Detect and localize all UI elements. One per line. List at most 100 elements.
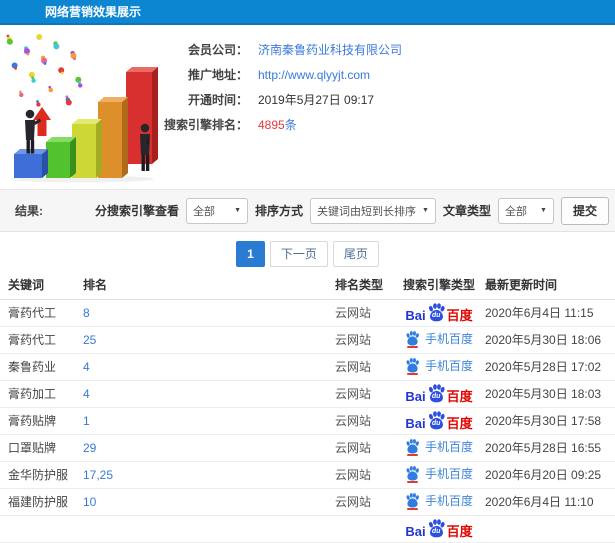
info-label: 开通时间： [187,93,248,107]
baidu-logo-du: du [431,392,441,400]
info-label: 搜索引擎排名： [163,118,248,132]
table-row: 口罩贴牌 29 云网站 手机百度 2020年5月28日 16:55 [0,434,615,462]
mobile-baidu-underline [406,454,418,456]
mobile-baidu-underline [406,508,418,510]
baidu-paw-icon [406,358,419,373]
keyword-text: 秦鲁药业 [8,360,57,374]
table-row: 膏药加工 4 云网站 Bai du 百度 2020年5月30日 18:03 [0,380,615,408]
rank-count-number: 4895 [258,118,285,132]
cell-keyword [0,515,83,543]
rank-link[interactable]: 29 [83,441,96,455]
rank-link[interactable]: 17,25 [83,468,113,482]
cell-rank: 17,25 [83,461,335,489]
table-header-row: 关键词 排名 排名类型 搜索引擎类型 最新更新时间 [0,271,615,300]
mobile-baidu: 手机百度 [405,357,473,375]
cell-rank-type: 云网站 [335,326,393,354]
rank-link[interactable]: 10 [83,495,96,509]
rank-link[interactable]: 8 [83,306,90,320]
cell-rank-type: 云网站 [335,434,393,462]
baidu-logo-du: du [431,311,441,319]
cell-keyword: 金华防护服 [0,461,83,489]
cell-rank-type [335,515,393,543]
next-page-button[interactable]: 下一页 [269,241,328,267]
page-button-current[interactable]: 1 [236,241,265,267]
mobile-baidu-link[interactable]: 手机百度 [425,438,473,455]
table-row: 秦鲁药业 4 云网站 手机百度 2020年5月28日 17:02 [0,353,615,381]
rank-link[interactable]: 4 [83,387,90,401]
info-row: 开通时间： 2019年5月27日 09:17 [160,87,600,112]
cell-update-time: 2020年6月20日 09:25 [485,461,615,489]
cell-keyword: 膏药贴牌 [0,407,83,435]
info-value: 2019年5月27日 09:17 [258,93,375,107]
cell-update-time: 2020年5月28日 16:55 [485,434,615,462]
cell-search-engine: 手机百度 [393,488,485,516]
info-value-link[interactable]: http://www.qlyyjt.com [258,68,370,82]
mobile-baidu-link[interactable]: 手机百度 [425,357,473,374]
article-type-value: 全部 [504,205,527,218]
mobile-baidu-underline [406,346,418,348]
keyword-text: 金华防护服 [8,468,69,482]
mobile-baidu-link[interactable]: 手机百度 [425,492,473,509]
marketing-chart-illustration [6,34,158,183]
mobile-baidu-link[interactable]: 手机百度 [425,330,473,347]
cell-rank-type: 云网站 [335,299,393,327]
rank-type-text: 云网站 [335,441,372,455]
mobile-baidu-link[interactable]: 手机百度 [425,465,473,482]
baidu-logo-cn: 百度 [446,415,473,431]
mobile-baidu-paw-icon [405,439,420,456]
rank-link[interactable]: 4 [83,360,90,374]
mobile-baidu: 手机百度 [405,438,473,456]
header-rank-type: 排名类型 [335,271,393,300]
table-row: 金华防护服 17,25 云网站 手机百度 2020年6月20日 09:25 [0,461,615,489]
cell-keyword: 秦鲁药业 [0,353,83,381]
cell-rank-type: 云网站 [335,353,393,381]
table-row: 福建防护服 10 云网站 手机百度 2020年6月4日 11:10 [0,488,615,516]
engine-filter-label: 分搜索引擎查看 [95,204,180,218]
baidu-logo-bai: Bai [405,388,426,404]
sort-value: 关键词由短到长排序 [317,205,417,218]
baidu-logo-bai: Bai [405,415,426,431]
rank-type-text: 云网站 [335,306,372,320]
cell-rank: 4 [83,380,335,408]
last-page-button[interactable]: 尾页 [332,241,379,267]
info-value-link[interactable]: 济南秦鲁药业科技有限公司 [258,41,402,58]
cell-search-engine: Bai du 百度 [393,299,485,327]
header-rank: 排名 [83,271,335,300]
rank-link[interactable]: 1 [83,414,90,428]
rank-link[interactable]: 25 [83,333,96,347]
article-type-select[interactable]: 全部 ▼ [497,197,554,224]
baidu-paw-icon [406,331,419,346]
table-row: 膏药代工 25 云网站 手机百度 2020年5月30日 18:06 [0,326,615,354]
header-update-time: 最新更新时间 [485,271,615,300]
sort-label: 排序方式 [255,204,304,218]
chevron-down-icon: ▼ [540,207,547,214]
cell-rank: 8 [83,299,335,327]
chevron-down-icon: ▼ [422,207,429,214]
baidu-logo-du: du [431,527,441,535]
update-time-text: 2020年5月30日 17:58 [485,414,602,428]
rank-count-unit: 条 [284,118,297,132]
baidu-paw-icon [406,439,419,454]
cell-update-time: 2020年6月4日 11:15 [485,299,615,327]
submit-button[interactable]: 提交 [560,196,609,225]
cell-search-engine: 手机百度 [393,353,485,381]
cell-rank: 29 [83,434,335,462]
baidu-paw-icon [406,466,419,481]
sort-select[interactable]: 关键词由短到长排序 ▼ [310,197,436,224]
baidu-logo: Bai du 百度 [405,410,473,431]
cell-rank [83,515,335,543]
baidu-paw-icon [406,493,419,508]
cell-search-engine: 手机百度 [393,461,485,489]
baidu-logo-cn: 百度 [446,388,473,404]
cell-search-engine: Bai du 百度 [393,380,485,408]
cell-keyword: 口罩贴牌 [0,434,83,462]
rank-type-text: 云网站 [335,495,372,509]
cell-rank-type: 云网站 [335,407,393,435]
cell-rank: 10 [83,488,335,516]
summary-section: 会员公司： 济南秦鲁药业科技有限公司 推广地址： http://www.qlyyjt.… [0,27,615,188]
filter-controls: 分搜索引擎查看 全部 ▼ 排序方式 关键词由短到长排序 ▼ 文章类型 全部 ▼ … [95,196,609,225]
engine-filter-select[interactable]: 全部 ▼ [186,197,249,224]
search-engine-rank-count: 4895条 [258,116,297,133]
cell-keyword: 膏药加工 [0,380,83,408]
table-row: Bai du 百度 [0,515,615,543]
